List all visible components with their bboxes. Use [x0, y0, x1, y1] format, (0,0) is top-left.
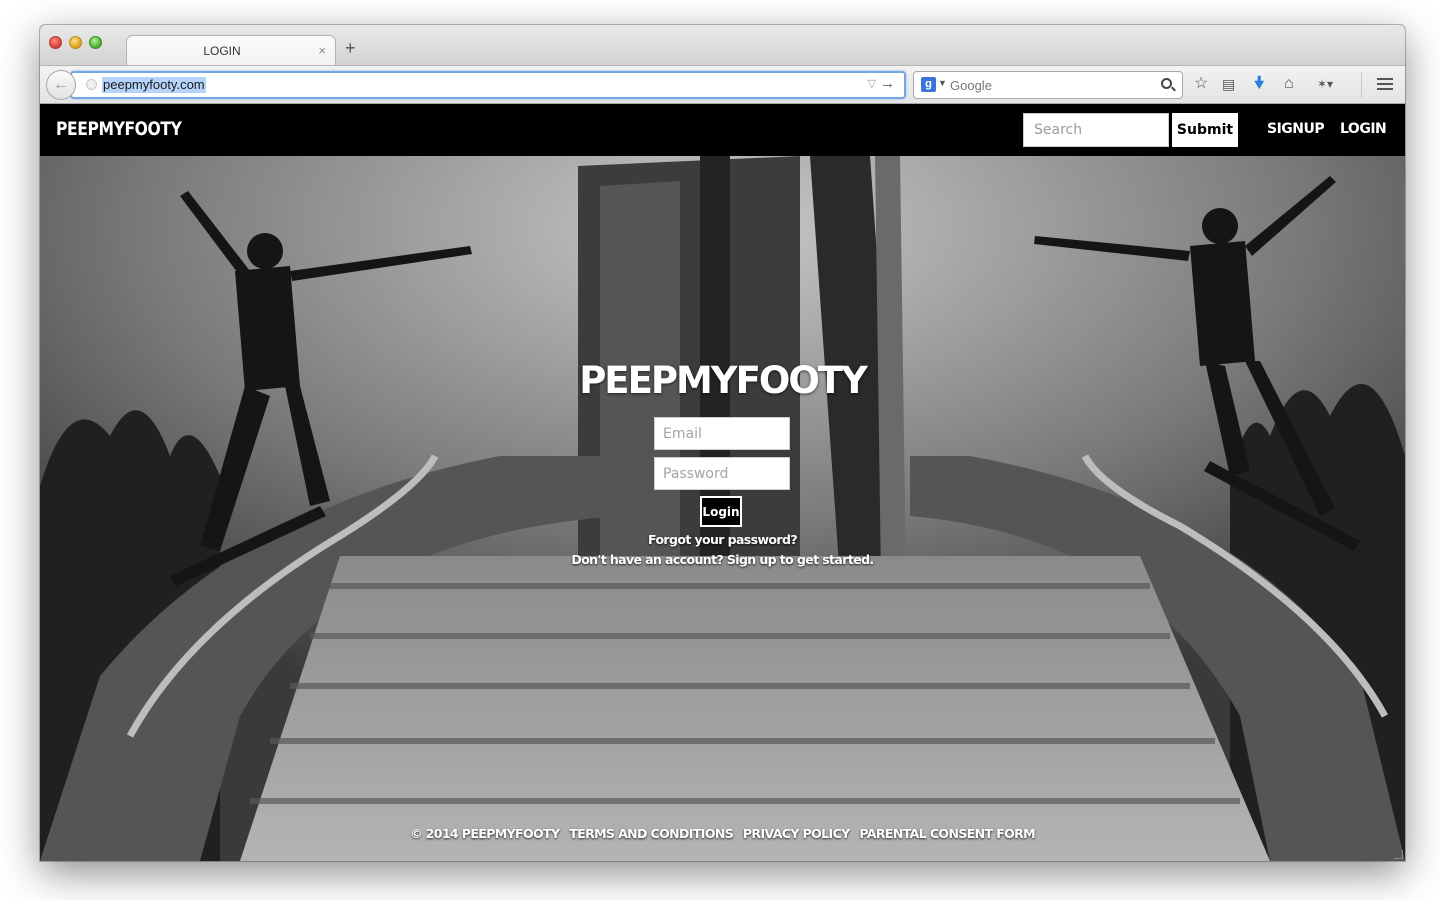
search-icon[interactable] [1161, 78, 1172, 89]
search-engine-icon[interactable]: g [921, 77, 936, 92]
login-title: PEEPMYFOOTY [579, 359, 868, 402]
signup-prompt-link[interactable]: Don't have an account? Sign up to get st… [40, 552, 1405, 567]
download-icon[interactable]: 🠟 [1254, 74, 1264, 94]
home-icon[interactable]: ⌂ [1284, 74, 1294, 94]
back-button[interactable]: ← [46, 70, 76, 100]
star-icon[interactable]: ☆ [1194, 74, 1208, 94]
browser-toolbar: ← peepmyfooty.com ▽ → g ▼ Google ☆ ▤ 🠟 ⌂… [40, 65, 1405, 104]
footer-terms-link[interactable]: TERMS AND CONDITIONS [569, 826, 734, 841]
zoom-window-button[interactable] [89, 36, 102, 49]
browser-window: LOGIN × + ← peepmyfooty.com ▽ → g ▼ Goog… [40, 25, 1405, 861]
browser-search-placeholder: Google [950, 78, 992, 93]
tab-close-icon[interactable]: × [318, 43, 326, 58]
site-footer: © 2014 PEEPMYFOOTY TERMS AND CONDITIONS … [40, 826, 1405, 841]
back-arrow-icon: ← [53, 76, 69, 93]
email-field[interactable] [654, 417, 790, 450]
search-submit-button[interactable]: Submit [1172, 113, 1238, 147]
footer-copyright: © 2014 PEEPMYFOOTY [409, 826, 560, 841]
url-text[interactable]: peepmyfooty.com [102, 77, 206, 93]
login-button[interactable]: Login [700, 496, 742, 527]
resize-grip-icon[interactable] [1394, 850, 1403, 859]
title-bar: LOGIN × + [40, 25, 1405, 66]
minimize-window-button[interactable] [69, 36, 82, 49]
new-tab-button[interactable]: + [345, 39, 356, 57]
tab-login[interactable]: LOGIN × [126, 35, 336, 66]
reading-list-icon[interactable]: ▤ [1222, 74, 1235, 94]
browser-search-bar[interactable]: g ▼ Google [913, 71, 1183, 99]
extension-icon[interactable]: ✶▾ [1317, 74, 1333, 94]
dropdown-triangle-icon[interactable]: ▽ [868, 77, 876, 90]
close-window-button[interactable] [49, 36, 62, 49]
site-search-input[interactable] [1023, 113, 1169, 147]
menu-icon[interactable] [1377, 78, 1393, 93]
site-navbar: PEEPMYFOOTY Submit SIGNUP LOGIN [40, 104, 1405, 156]
globe-icon [86, 79, 97, 90]
forgot-password-link[interactable]: Forgot your password? [40, 532, 1405, 547]
url-bar[interactable]: peepmyfooty.com ▽ → [70, 71, 906, 99]
web-page: PEEPMYFOOTY Submit SIGNUP LOGIN PEEPMYFO… [40, 104, 1405, 861]
tab-title: LOGIN [203, 44, 241, 58]
engine-caret-icon[interactable]: ▼ [938, 78, 947, 88]
footer-consent-link[interactable]: PARENTAL CONSENT FORM [859, 826, 1035, 841]
brand-logo[interactable]: PEEPMYFOOTY [56, 118, 182, 140]
footer-privacy-link[interactable]: PRIVACY POLICY [743, 826, 850, 841]
nav-login-link[interactable]: LOGIN [1340, 121, 1387, 137]
nav-signup-link[interactable]: SIGNUP [1267, 121, 1325, 137]
password-field[interactable] [654, 457, 790, 490]
go-arrow-icon[interactable]: → [880, 75, 895, 92]
toolbar-separator [1361, 72, 1362, 98]
